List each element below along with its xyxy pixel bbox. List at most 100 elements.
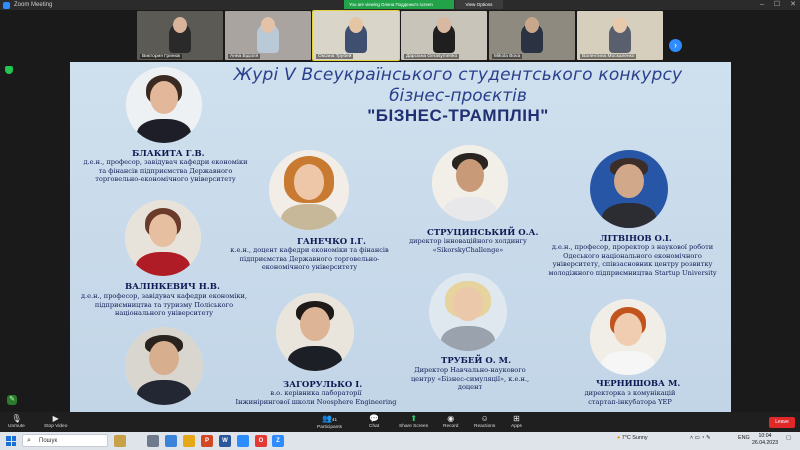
jury-photo bbox=[432, 145, 508, 221]
slide-title-line2: бізнес-проєктів bbox=[389, 86, 527, 106]
chat-label: Chat bbox=[369, 424, 380, 429]
shared-screen-slide: Журі V Всеукраїнського студентського кон… bbox=[70, 62, 731, 412]
desc-line: доцент bbox=[457, 383, 483, 392]
maximize-icon[interactable]: ☐ bbox=[774, 0, 780, 10]
zoom-logo-icon bbox=[3, 1, 10, 9]
participants-label: Participants bbox=[317, 425, 343, 430]
desc-line: д.е.н., професор, завідувач кафедри екон… bbox=[83, 158, 248, 166]
jury-name: ТРУБЕЙ О. М. bbox=[441, 356, 512, 366]
next-participants-button[interactable]: › bbox=[669, 39, 682, 52]
desc-line: директорка з комунікацій bbox=[584, 389, 676, 397]
slide-title-line3: "БІЗНЕС-ТРАМПЛІН" bbox=[367, 106, 549, 125]
participant-tile[interactable]: Дарсіана Gerasymenko bbox=[401, 11, 487, 60]
participant-name: Дарсіана Gerasymenko bbox=[404, 54, 460, 59]
desc-line: «SikorskyChallenge» bbox=[432, 245, 504, 254]
desc-line: та фінансів підприємства Державного bbox=[98, 166, 233, 175]
participant-name: Виктория Гринюк bbox=[140, 54, 183, 59]
opera-icon[interactable]: O bbox=[255, 435, 267, 447]
video-camera-icon: ▶ bbox=[52, 414, 59, 423]
zoom-taskbar-icon[interactable]: Z bbox=[272, 435, 284, 447]
record-icon: ◉ bbox=[447, 414, 455, 423]
jury-photo bbox=[125, 200, 201, 276]
view-options-button[interactable]: View Options bbox=[455, 0, 503, 9]
jury-description: к.е.н., доцент кафедри економіки та фіна… bbox=[222, 246, 397, 272]
notifications-icon[interactable]: ▢ bbox=[786, 435, 791, 441]
participant-tile[interactable]: Mikola Bova bbox=[489, 11, 575, 60]
participant-face bbox=[613, 17, 627, 33]
participant-tile[interactable]: Виктория Гринюк bbox=[137, 11, 223, 60]
share-screen-button[interactable]: ⬆ Share Screen bbox=[399, 414, 428, 429]
windows-taskbar: ⌕ Пошук P W O Z ● 7°C Sunny ˄ ▭ ◔ ✎ ENG … bbox=[0, 432, 800, 450]
weather-widget[interactable]: ● 7°C Sunny bbox=[617, 435, 648, 441]
window-title: Zoom Meeting bbox=[14, 2, 53, 8]
jury-name: ЧЕРНИШОВА М. bbox=[596, 379, 681, 389]
desc-line: підприємництва та туризму Поліського bbox=[94, 300, 234, 309]
desc-line: університету, співзасновник центру розви… bbox=[552, 260, 713, 269]
apps-icon: ⊞ bbox=[513, 414, 520, 423]
windows-start-icon[interactable] bbox=[6, 436, 16, 446]
apps-label: Apps bbox=[511, 424, 522, 429]
unmute-button[interactable]: 🎙 Unmute bbox=[8, 414, 25, 429]
telegram-icon[interactable] bbox=[237, 435, 249, 447]
desc-line: стартап-інкубатора YEP bbox=[588, 397, 672, 406]
desc-line: Одеського національного економічного bbox=[563, 251, 702, 260]
tray-icons[interactable]: ˄ ▭ ◔ ✎ bbox=[690, 435, 711, 441]
minimize-icon[interactable]: – bbox=[760, 0, 764, 10]
desc-line: підприємства Державного торговельно- bbox=[239, 254, 380, 263]
jury-photo bbox=[590, 299, 666, 375]
taskbar-search-input[interactable]: ⌕ Пошук bbox=[22, 434, 108, 447]
leave-button[interactable]: Leave bbox=[769, 417, 795, 428]
chrome-icon[interactable] bbox=[165, 435, 177, 447]
reactions-icon: ☺ bbox=[480, 414, 489, 423]
jury-photo bbox=[125, 327, 203, 405]
reactions-button[interactable]: ☺ Reactions bbox=[474, 414, 495, 429]
share-banner: You are viewing Олена Подденко's screen bbox=[344, 0, 454, 9]
chevron-right-icon: › bbox=[674, 40, 677, 50]
record-button[interactable]: ◉ Record bbox=[443, 414, 458, 429]
search-placeholder: Пошук bbox=[39, 438, 58, 444]
close-icon[interactable]: ✕ bbox=[790, 0, 796, 10]
participants-button[interactable]: 👥41 Participants bbox=[317, 414, 342, 430]
desc-line: д.е.н., професор, завідувач кафедри екон… bbox=[80, 292, 248, 300]
audio-status-icon[interactable]: ✎ bbox=[7, 395, 17, 405]
desc-line: Інжинірингової школи Noosphere Engineeri… bbox=[235, 397, 397, 406]
participant-face bbox=[261, 17, 275, 33]
participant-tile[interactable]: Анна Бідзіля bbox=[225, 11, 311, 60]
weather-text: 7°C Sunny bbox=[621, 435, 648, 441]
task-view-icon[interactable] bbox=[147, 435, 159, 447]
participant-tile[interactable]: Валентина Москаленко bbox=[577, 11, 663, 60]
reactions-label: Reactions bbox=[474, 424, 496, 429]
participant-name: Mikola Bova bbox=[492, 54, 523, 59]
file-explorer-icon[interactable] bbox=[183, 435, 195, 447]
participants-count: 41 bbox=[331, 417, 338, 422]
chat-button[interactable]: 💬 Chat bbox=[369, 414, 379, 429]
jury-name: ВАЛІНКЕВИЧ Н.В. bbox=[125, 282, 220, 292]
stop-video-button[interactable]: ▶ Stop Video bbox=[44, 414, 67, 429]
desc-line: в.о. керівника лабораторії bbox=[270, 389, 362, 397]
chat-icon: 💬 bbox=[369, 414, 380, 423]
record-label: Record bbox=[443, 424, 459, 429]
keyboard-language[interactable]: ENG bbox=[738, 435, 750, 441]
jury-description: директор інноваційного холдингу «Sikorsk… bbox=[388, 237, 548, 254]
participant-face bbox=[437, 17, 451, 33]
microphone-muted-icon: 🎙 bbox=[11, 414, 22, 423]
participant-name: Оксана Трубей bbox=[316, 54, 354, 59]
stop-video-label: Stop Video bbox=[44, 424, 68, 429]
desc-line: економічного університету bbox=[261, 263, 358, 272]
desc-line: торговельно-економічного університету bbox=[95, 175, 236, 184]
powerpoint-icon[interactable]: P bbox=[201, 435, 213, 447]
window-controls: – ☐ ✕ bbox=[760, 0, 796, 10]
security-shield-icon[interactable] bbox=[5, 66, 13, 74]
taskbar-app-widget[interactable] bbox=[114, 435, 126, 447]
participant-name: Валентина Москаленко bbox=[580, 54, 637, 59]
participant-tile-active-speaker[interactable]: Оксана Трубей bbox=[312, 10, 400, 61]
search-icon: ⌕ bbox=[27, 437, 31, 444]
clock-time: 10:04 bbox=[758, 433, 772, 439]
word-icon[interactable]: W bbox=[219, 435, 231, 447]
jury-photo bbox=[590, 150, 668, 228]
jury-photo bbox=[429, 273, 507, 351]
desc-line: Директор Навчально-наукового bbox=[414, 366, 526, 374]
participant-face bbox=[349, 17, 363, 33]
apps-button[interactable]: ⊞ Apps bbox=[511, 414, 522, 429]
taskbar-clock[interactable]: 10:04 26.04.2023 bbox=[752, 433, 778, 447]
